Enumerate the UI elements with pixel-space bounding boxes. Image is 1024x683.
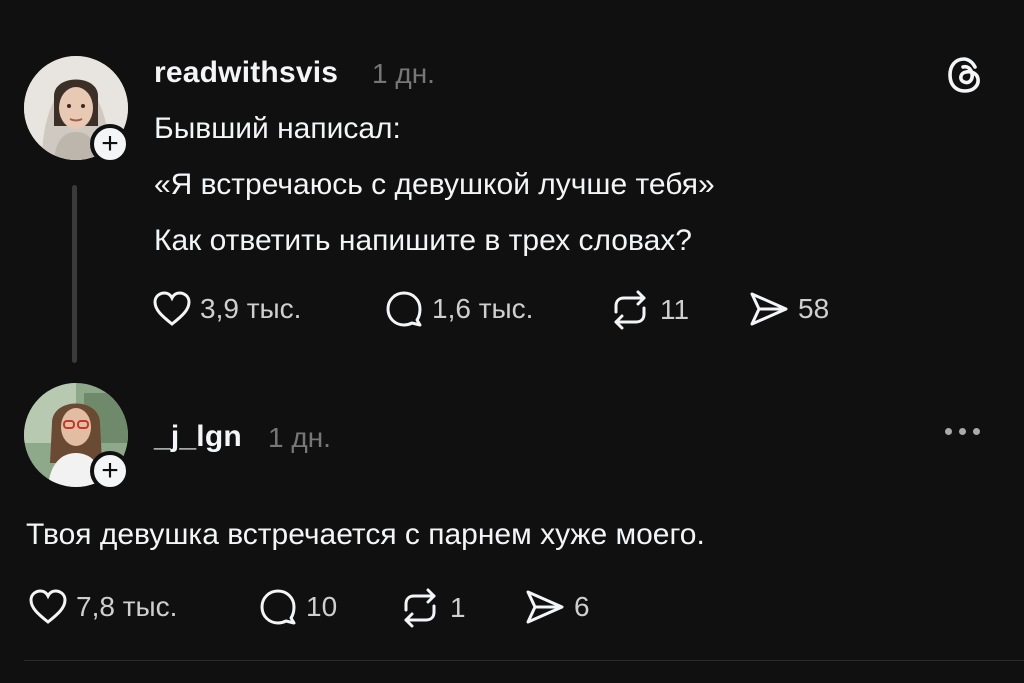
plus-icon: + bbox=[101, 127, 119, 160]
plus-icon: + bbox=[101, 454, 119, 487]
repost-button[interactable]: 11 bbox=[608, 290, 689, 330]
comment-button[interactable]: 1,6 тыс. bbox=[384, 290, 533, 328]
heart-icon bbox=[29, 589, 67, 624]
like-button[interactable]: 3,9 тыс. bbox=[152, 290, 301, 328]
share-button[interactable]: 58 bbox=[748, 290, 829, 328]
follow-button[interactable]: + bbox=[90, 124, 130, 164]
share-count: 58 bbox=[798, 293, 830, 324]
like-count: 3,9 тыс. bbox=[200, 293, 302, 324]
post-timestamp: 1 дн. bbox=[372, 58, 435, 89]
comment-icon bbox=[386, 291, 422, 327]
reply-comment-count: 10 bbox=[306, 591, 338, 622]
follow-button[interactable]: + bbox=[90, 451, 130, 491]
threads-screen: + readwithsvis 1 дн. Бывший написал: «Я … bbox=[0, 0, 1024, 683]
post-text-line-3: Как ответить напишите в трех словах? bbox=[154, 224, 692, 257]
comment-count: 1,6 тыс. bbox=[432, 293, 534, 324]
send-icon bbox=[750, 292, 788, 326]
post-text-line-2: «Я встречаюсь с девушкой лучше тебя» bbox=[154, 168, 715, 201]
reply-like-count: 7,8 тыс. bbox=[76, 591, 178, 622]
repost-icon bbox=[404, 588, 436, 628]
send-icon bbox=[526, 590, 564, 624]
divider bbox=[24, 660, 1024, 661]
reply-comment-button[interactable]: 10 bbox=[258, 588, 337, 626]
reply-text: Твоя девушка встречается с парнем хуже м… bbox=[26, 518, 705, 551]
reply-repost-button[interactable]: 1 bbox=[398, 588, 466, 628]
threads-logo-icon[interactable] bbox=[944, 54, 986, 101]
repost-icon bbox=[614, 290, 646, 330]
heart-icon bbox=[153, 291, 191, 326]
comment-icon bbox=[260, 589, 296, 625]
reply-username[interactable]: _j_lgn bbox=[154, 420, 242, 454]
reply-share-count: 6 bbox=[574, 591, 590, 622]
reply-share-button[interactable]: 6 bbox=[524, 588, 590, 626]
reply-timestamp: 1 дн. bbox=[268, 422, 331, 453]
thread-connector-line bbox=[72, 185, 77, 363]
more-dots-icon[interactable] bbox=[945, 428, 980, 435]
reply-like-button[interactable]: 7,8 тыс. bbox=[28, 588, 177, 626]
repost-count: 11 bbox=[660, 294, 690, 325]
post-username[interactable]: readwithsvis bbox=[154, 56, 338, 90]
reply-repost-count: 1 bbox=[450, 592, 466, 623]
post-text-line-1: Бывший написал: bbox=[154, 112, 401, 145]
